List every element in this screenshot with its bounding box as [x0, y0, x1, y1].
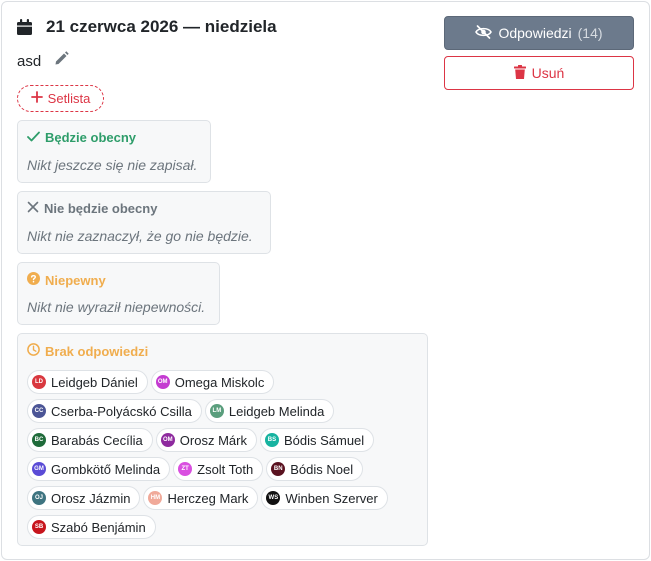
- person-chip[interactable]: GM Gombkötő Melinda: [27, 457, 171, 481]
- avatar: LM: [209, 404, 224, 418]
- person-name: Leidgeb Melinda: [228, 403, 325, 419]
- person-chip[interactable]: LD Leidgeb Dániel: [27, 370, 148, 394]
- avatar: BC: [32, 433, 46, 447]
- event-description: asd: [17, 52, 42, 70]
- person-name: Orosz Jázmin: [51, 490, 131, 506]
- clock-icon: [27, 343, 40, 359]
- avatar: BS: [264, 433, 279, 447]
- person-name: Orosz Márk: [179, 432, 247, 448]
- attending-label: Będzie obecny: [45, 130, 137, 145]
- avatar: OM: [160, 433, 175, 447]
- check-icon: [27, 130, 40, 145]
- avatar: WS: [266, 491, 281, 505]
- unsure-label: Niepewny: [45, 272, 106, 288]
- not-attending-label: Nie będzie obecny: [44, 201, 158, 216]
- not-attending-header: Nie będzie obecny: [27, 201, 157, 216]
- person-chip[interactable]: OM Omega Miskolc: [150, 370, 275, 394]
- no-answer-group: Brak odpowiedzi LD Leidgeb Dániel OM Omega…: [17, 333, 428, 546]
- avatar: GM: [32, 462, 46, 476]
- person-chip[interactable]: BN Bódis Noel: [266, 457, 364, 481]
- not-attending-group: Nie będzie obecny Nikt nie zaznaczył, że…: [17, 191, 271, 254]
- person-name: Bódis Noel: [290, 461, 354, 477]
- eye-slash-icon: [475, 24, 493, 42]
- person-chip[interactable]: BC Barabás Cecília: [27, 428, 153, 452]
- unsure-group: Niepewny Nikt nie wyraził niepewności.: [17, 262, 220, 325]
- avatar: CC: [32, 404, 46, 418]
- calendar-icon: [17, 19, 32, 35]
- person-chip[interactable]: OJ Orosz Jázmin: [27, 486, 141, 510]
- trash-icon: [513, 64, 526, 82]
- person-chip[interactable]: HM Herczeg Mark: [143, 486, 259, 510]
- person-chip[interactable]: WS Winben Szerver: [261, 486, 388, 510]
- person-name: Bódis Sámuel: [283, 432, 365, 448]
- avatar: ZT: [178, 462, 193, 476]
- event-title: 21 czerwca 2026 — niedziela: [46, 17, 277, 36]
- person-name: Herczeg Mark: [167, 490, 249, 506]
- person-name: Zsolt Toth: [197, 461, 254, 477]
- person-name: Leidgeb Dániel: [51, 374, 138, 390]
- unsure-empty-text: Nikt nie wyraził niepewności.: [27, 299, 206, 315]
- avatar: HM: [148, 491, 163, 505]
- avatar: OM: [155, 375, 170, 389]
- x-icon: [27, 201, 39, 216]
- delete-button[interactable]: Usuń: [444, 56, 634, 90]
- unsure-header: Niepewny: [27, 272, 106, 288]
- pencil-icon[interactable]: [54, 51, 69, 71]
- answers-label: Odpowiedzi: [498, 25, 572, 41]
- no-answer-list: LD Leidgeb Dániel OM Omega Miskolc CC Cserb…: [27, 370, 423, 544]
- avatar: OJ: [32, 491, 46, 505]
- avatar: LD: [32, 375, 46, 389]
- setlist-label: Setlista: [47, 91, 91, 106]
- person-name: Cserba-Polyácskó Csilla: [51, 403, 192, 419]
- answers-button[interactable]: Odpowiedzi (14): [444, 16, 634, 50]
- person-name: Barabás Cecília: [51, 432, 143, 448]
- setlist-button[interactable]: Setlista: [17, 85, 104, 112]
- person-chip[interactable]: ZT Zsolt Toth: [173, 457, 264, 481]
- person-chip[interactable]: LM Leidgeb Melinda: [204, 399, 335, 423]
- event-header: 21 czerwca 2026 — niedziela: [17, 17, 277, 37]
- not-attending-empty-text: Nikt nie zaznaczył, że go nie będzie.: [27, 228, 253, 244]
- person-name: Gombkötő Melinda: [51, 461, 161, 477]
- person-chip[interactable]: CC Cserba-Polyácskó Csilla: [27, 399, 202, 423]
- attending-empty-text: Nikt jeszcze się nie zapisał.: [27, 157, 198, 173]
- avatar: SB: [32, 520, 46, 534]
- attending-header: Będzie obecny: [27, 130, 136, 145]
- question-circle-icon: [27, 272, 40, 288]
- person-chip[interactable]: BS Bódis Sámuel: [259, 428, 375, 452]
- attending-group: Będzie obecny Nikt jeszcze się nie zapis…: [17, 120, 211, 183]
- person-name: Szabó Benjámin: [51, 519, 146, 535]
- no-answer-label: Brak odpowiedzi: [45, 343, 149, 359]
- answers-count: (14): [577, 25, 603, 41]
- event-description-row: asd: [17, 51, 69, 71]
- plus-icon: [30, 91, 43, 106]
- person-name: Winben Szerver: [285, 490, 378, 506]
- person-name: Omega Miskolc: [174, 374, 265, 390]
- no-answer-header: Brak odpowiedzi: [27, 343, 148, 359]
- person-chip[interactable]: SB Szabó Benjámin: [27, 515, 156, 539]
- delete-label: Usuń: [531, 65, 565, 81]
- avatar: BN: [271, 462, 286, 476]
- person-chip[interactable]: OM Orosz Márk: [155, 428, 257, 452]
